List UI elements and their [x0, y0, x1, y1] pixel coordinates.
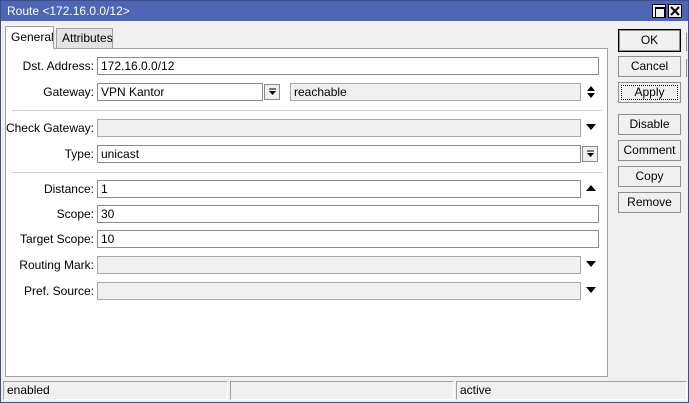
type-select[interactable]: unicast [97, 145, 581, 163]
maximize-icon[interactable] [652, 4, 666, 18]
ok-button[interactable]: OK [618, 29, 681, 52]
type-label: Type: [64, 147, 94, 161]
title-bar[interactable]: Route <172.16.0.0/12> [1, 1, 688, 21]
close-icon[interactable] [668, 4, 682, 18]
status-active: active [456, 381, 687, 400]
scope-input[interactable]: 30 [97, 205, 599, 223]
triangle-down-icon[interactable] [586, 260, 596, 268]
comment-button[interactable]: Comment [618, 140, 681, 161]
routing-mark-label: Routing Mark: [19, 258, 94, 272]
cancel-button[interactable]: Cancel [618, 56, 681, 77]
dst-address-input[interactable]: 172.16.0.0/12 [97, 57, 599, 75]
list-dropdown-icon [587, 150, 594, 157]
gateway-combo-button[interactable] [264, 84, 280, 100]
pref-source-input[interactable] [97, 282, 581, 300]
check-gateway-input[interactable] [97, 119, 581, 137]
gateway-state-field: reachable [290, 83, 581, 101]
type-combo-button[interactable] [582, 146, 598, 162]
status-bar: enabled active [3, 381, 687, 400]
list-dropdown-icon [269, 88, 276, 95]
target-scope-input[interactable]: 10 [97, 230, 599, 248]
tab-attributes[interactable]: Attributes [56, 28, 113, 48]
route-window: Route <172.16.0.0/12> General Attributes… [0, 0, 689, 403]
tab-general[interactable]: General [5, 26, 54, 49]
copy-button[interactable]: Copy [618, 166, 681, 187]
general-panel: Dst. Address: 172.16.0.0/12 Gateway: VPN… [5, 48, 608, 377]
remove-button[interactable]: Remove [618, 192, 681, 213]
triangle-up-icon[interactable] [586, 184, 596, 192]
gateway-input[interactable]: VPN Kantor [97, 83, 263, 101]
apply-button[interactable]: Apply [618, 82, 681, 103]
distance-input[interactable]: 1 [97, 180, 581, 198]
routing-mark-input[interactable] [97, 256, 581, 274]
scope-label: Scope: [56, 207, 94, 221]
target-scope-label: Target Scope: [19, 232, 94, 246]
gateway-label: Gateway: [43, 85, 94, 99]
separator [12, 110, 602, 111]
window-title: Route <172.16.0.0/12> [7, 4, 130, 18]
disable-button[interactable]: Disable [618, 114, 681, 135]
separator [12, 172, 602, 173]
triangle-down-icon[interactable] [586, 123, 596, 131]
status-enabled: enabled [3, 381, 228, 400]
dst-address-label: Dst. Address: [22, 59, 94, 73]
triangle-down-icon[interactable] [586, 286, 596, 294]
check-gateway-label: Check Gateway: [5, 121, 94, 135]
pref-source-label: Pref. Source: [23, 284, 94, 298]
status-middle [230, 381, 454, 400]
up-down-arrows-icon[interactable] [586, 84, 596, 100]
distance-label: Distance: [43, 182, 94, 196]
